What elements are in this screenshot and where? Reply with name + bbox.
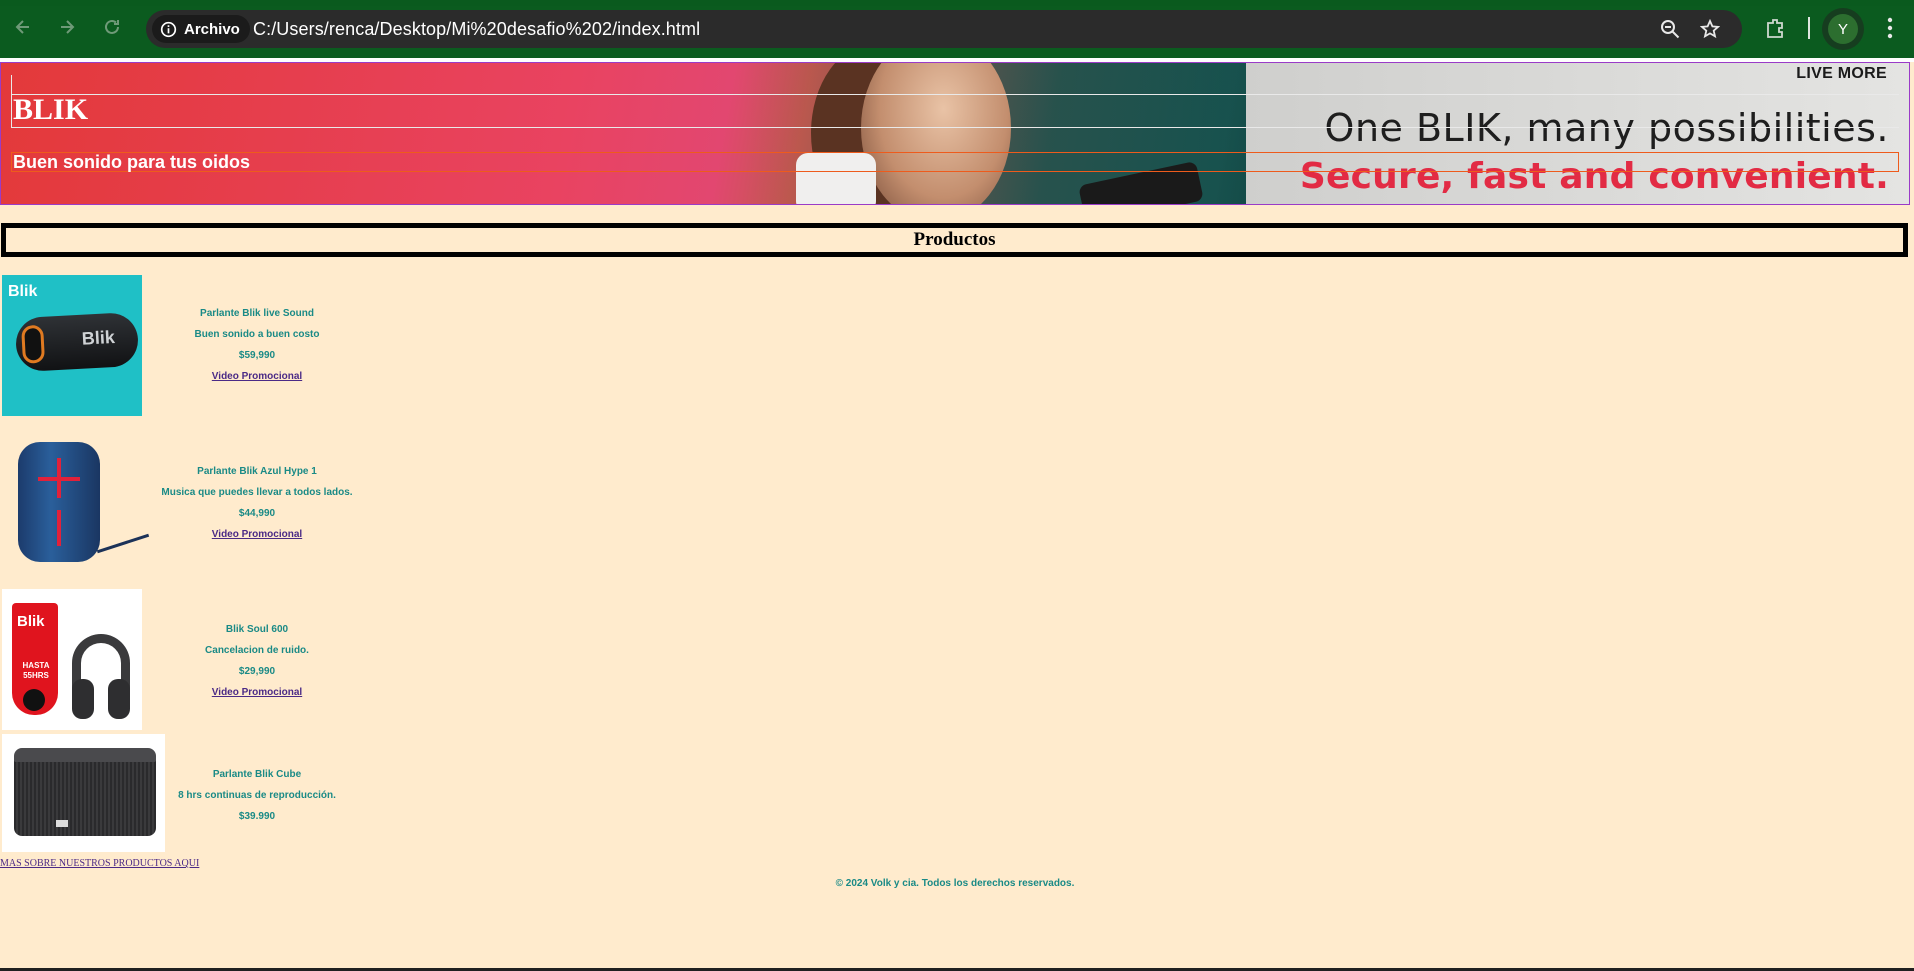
profile-avatar[interactable]: Y xyxy=(1822,8,1864,50)
page-footer: © 2024 Volk y cia. Todos los derechos re… xyxy=(835,878,1075,889)
product-price: $29,990 xyxy=(238,666,276,677)
info-icon xyxy=(160,21,177,37)
extensions-icon[interactable] xyxy=(1764,17,1786,39)
product-image-soul-600: Blik HASTA 55HRS xyxy=(2,589,142,730)
url-text[interactable]: C:/Users/renca/Desktop/Mi%20desafio%202/… xyxy=(253,19,700,40)
product-image-hype-1 xyxy=(2,438,150,563)
product-description: Buen sonido a buen costo xyxy=(194,329,320,340)
slogan-outline xyxy=(11,152,1899,172)
product-image-live-sound: Blik Blik xyxy=(2,275,142,416)
product-name: Parlante Blik live Sound xyxy=(200,308,314,319)
product-info-2: Parlante Blik Azul Hype 1 Musica que pue… xyxy=(140,461,374,545)
product-image-caption: HASTA 55HRS xyxy=(22,661,50,680)
site-info-chip[interactable]: Archivo xyxy=(152,15,250,43)
address-bar[interactable]: Archivo C:/Users/renca/Desktop/Mi%20desa… xyxy=(146,10,1742,48)
reload-icon[interactable] xyxy=(98,13,126,41)
browser-toolbar: Archivo C:/Users/renca/Desktop/Mi%20desa… xyxy=(0,0,1914,58)
zoom-icon[interactable] xyxy=(1660,19,1680,39)
video-link[interactable]: Video Promocional xyxy=(212,687,302,698)
video-link[interactable]: Video Promocional xyxy=(212,371,302,382)
kebab-menu-icon[interactable] xyxy=(1882,15,1898,41)
more-products-link[interactable]: MAS SOBRE NUESTROS PRODUCTOS AQUI xyxy=(0,858,199,869)
product-image-logo: Blik xyxy=(17,613,45,630)
profile-initial: Y xyxy=(1828,14,1858,44)
product-description: Musica que puedes llevar a todos lados. xyxy=(161,487,353,498)
product-description: Cancelacion de ruido. xyxy=(205,645,309,656)
brand-slogan: Buen sonido para tus oidos xyxy=(13,152,251,172)
product-description: 8 hrs continuas de reproducción. xyxy=(178,790,336,801)
bookmark-star-icon[interactable] xyxy=(1699,18,1721,39)
product-name: Parlante Blik Cube xyxy=(212,769,302,780)
banner-tagline-1: One BLIK, many possibilities. xyxy=(1324,106,1889,150)
heading-outline xyxy=(11,75,12,128)
product-name: Blik Soul 600 xyxy=(225,624,289,635)
toolbar-divider xyxy=(1808,17,1810,39)
product-price: $44,990 xyxy=(238,508,276,519)
product-price: $59,990 xyxy=(238,350,276,361)
brand-title: BLIK xyxy=(13,93,89,126)
video-link[interactable]: Video Promocional xyxy=(212,529,302,540)
banner-live-more: LIVE MORE xyxy=(1796,65,1887,82)
product-info-4: Parlante Blik Cube 8 hrs continuas de re… xyxy=(140,764,374,827)
forward-icon[interactable] xyxy=(53,13,81,41)
product-info-1: Parlante Blik live Sound Buen sonido a b… xyxy=(140,303,374,387)
product-info-3: Blik Soul 600 Cancelacion de ruido. $29,… xyxy=(140,619,374,703)
site-header: LIVE MORE One BLIK, many possibilities. … xyxy=(0,62,1910,205)
tab-strip xyxy=(0,0,1914,6)
heading-outline xyxy=(11,127,1899,128)
back-icon[interactable] xyxy=(9,13,37,41)
site-chip-label: Archivo xyxy=(184,20,240,38)
heading-outline xyxy=(11,94,1899,95)
product-image-logo: Blik xyxy=(8,283,38,300)
product-price: $39.990 xyxy=(238,811,276,822)
products-heading: Productos xyxy=(1,223,1908,257)
product-name: Parlante Blik Azul Hype 1 xyxy=(197,466,317,477)
